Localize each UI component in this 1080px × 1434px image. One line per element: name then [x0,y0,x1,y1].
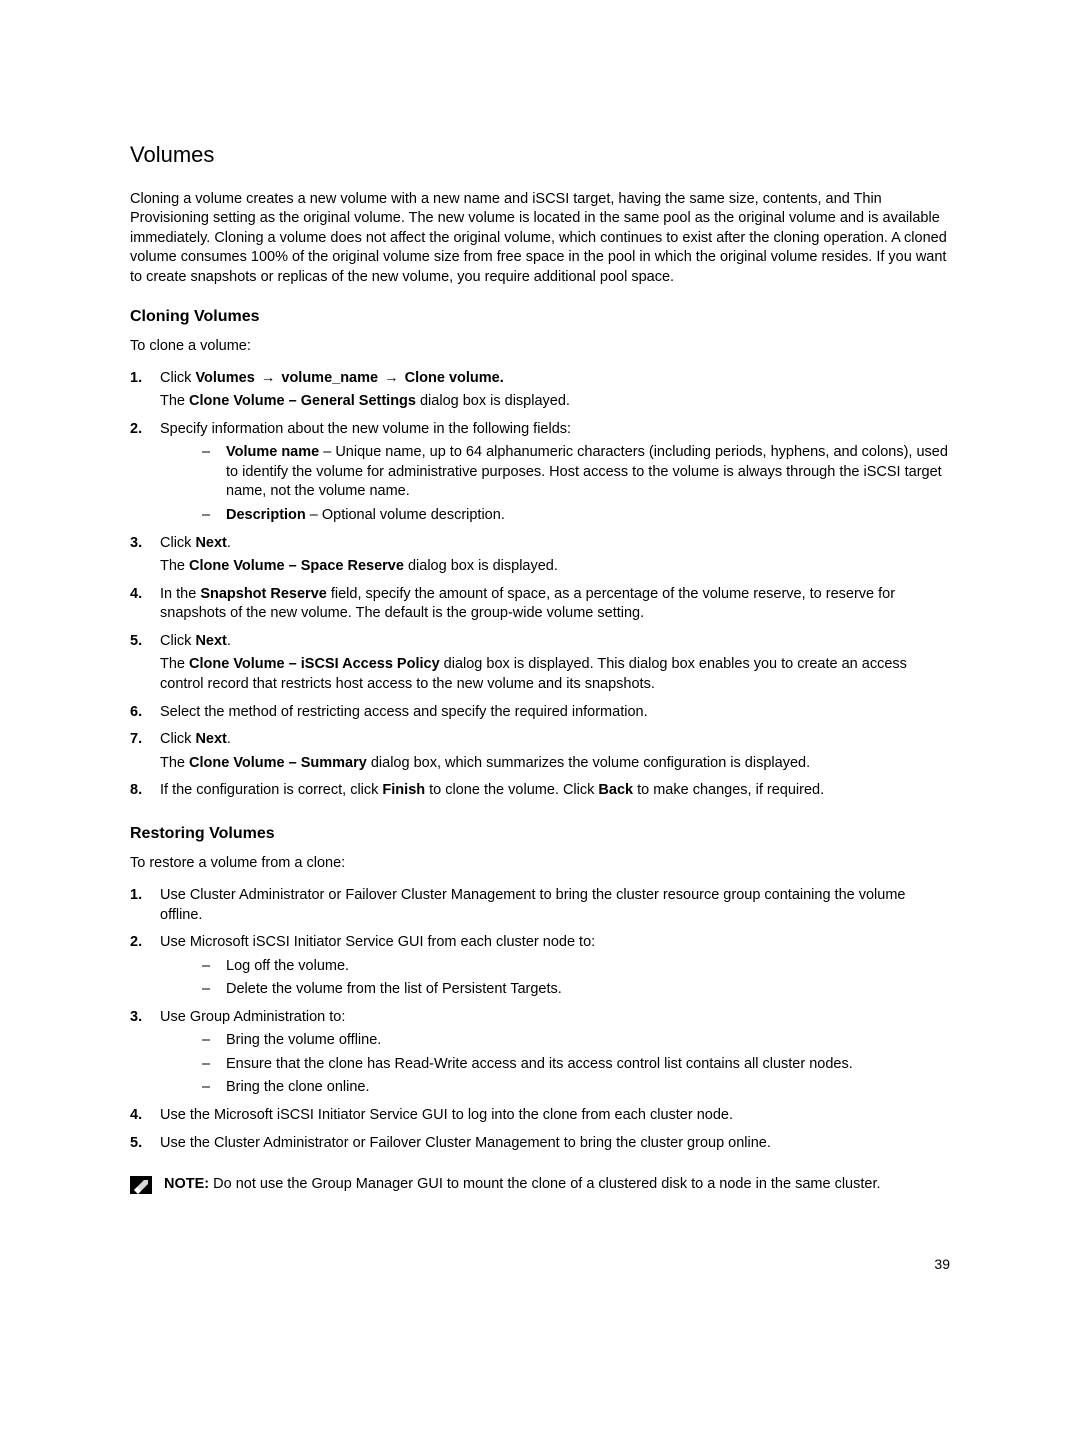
step-text: Use Cluster Administrator or Failover Cl… [160,886,950,925]
step-text: Select the method of restricting access … [160,703,950,723]
list-item-text: Delete the volume from the list of Persi… [226,980,562,1000]
step-body: Select the method of restricting access … [160,703,950,727]
step-number: 3. [130,1008,160,1102]
step-5: 5. Use the Cluster Administrator or Fail… [130,1134,950,1158]
page-number: 39 [130,1255,950,1274]
step-body: Use the Cluster Administrator or Failove… [160,1134,950,1158]
step-body: If the configuration is correct, click F… [160,781,950,805]
step-number: 2. [130,420,160,530]
step-2-sublist: –Log off the volume. –Delete the volume … [202,957,950,1000]
step-8: 8. If the configuration is correct, clic… [130,781,950,805]
step-number: 8. [130,781,160,805]
step-text: In the Snapshot Reserve field, specify t… [160,585,950,624]
step-2: 2. Use Microsoft iSCSI Initiator Service… [130,933,950,1004]
list-item: –Ensure that the clone has Read-Write ac… [202,1055,950,1075]
note-text: NOTE: Do not use the Group Manager GUI t… [164,1175,881,1195]
step-2: 2. Specify information about the new vol… [130,420,950,530]
step-text: Click Next. [160,632,950,652]
step-number: 2. [130,933,160,1004]
list-item-text: Log off the volume. [226,957,349,977]
cloning-heading: Cloning Volumes [130,306,950,328]
step-body: Use Microsoft iSCSI Initiator Service GU… [160,933,950,1004]
step-2-sublist: – Volume name – Unique name, up to 64 al… [202,443,950,525]
step-number: 6. [130,703,160,727]
step-3-sublist: –Bring the volume offline. –Ensure that … [202,1031,950,1098]
step-1: 1. Click Volumes → volume_name → Clone v… [130,369,950,416]
step-number: 4. [130,1106,160,1130]
cloning-lead: To clone a volume: [130,337,950,357]
step-text: Use Microsoft iSCSI Initiator Service GU… [160,933,950,953]
restoring-lead: To restore a volume from a clone: [130,854,950,874]
step-result: The Clone Volume – General Settings dial… [160,392,950,412]
step-text: Use the Cluster Administrator or Failove… [160,1134,950,1154]
step-3: 3. Click Next. The Clone Volume – Space … [130,534,950,581]
step-text: Use the Microsoft iSCSI Initiator Servic… [160,1106,950,1126]
step-1: 1. Use Cluster Administrator or Failover… [130,886,950,929]
list-item-text: Volume name – Unique name, up to 64 alph… [226,443,950,502]
list-item-text: Ensure that the clone has Read-Write acc… [226,1055,853,1075]
note-block: NOTE: Do not use the Group Manager GUI t… [130,1175,950,1195]
step-number: 4. [130,585,160,628]
step-7: 7. Click Next. The Clone Volume – Summar… [130,730,950,777]
step-number: 5. [130,1134,160,1158]
step-result: The Clone Volume – Space Reserve dialog … [160,557,950,577]
list-item: – Description – Optional volume descript… [202,506,950,526]
step-number: 5. [130,632,160,699]
step-3: 3. Use Group Administration to: –Bring t… [130,1008,950,1102]
restoring-heading: Restoring Volumes [130,823,950,845]
dash-icon: – [202,980,226,1000]
list-item-text: Bring the volume offline. [226,1031,381,1051]
step-result: The Clone Volume – iSCSI Access Policy d… [160,655,950,694]
dash-icon: – [202,957,226,977]
document-page: Volumes Cloning a volume creates a new v… [0,0,1080,1334]
step-5: 5. Click Next. The Clone Volume – iSCSI … [130,632,950,699]
step-number: 1. [130,369,160,416]
step-number: 1. [130,886,160,929]
list-item: –Bring the volume offline. [202,1031,950,1051]
dash-icon: – [202,1078,226,1098]
note-label: NOTE: [164,1176,209,1192]
dash-icon: – [202,1031,226,1051]
step-result: The Clone Volume – Summary dialog box, w… [160,754,950,774]
step-text: Click Next. [160,534,950,554]
restoring-steps: 1. Use Cluster Administrator or Failover… [130,886,950,1157]
step-body: Use the Microsoft iSCSI Initiator Servic… [160,1106,950,1130]
step-text: Use Group Administration to: [160,1008,950,1028]
list-item: –Bring the clone online. [202,1078,950,1098]
list-item: – Volume name – Unique name, up to 64 al… [202,443,950,502]
step-body: Use Group Administration to: –Bring the … [160,1008,950,1102]
step-body: Click Next. The Clone Volume – iSCSI Acc… [160,632,950,699]
dash-icon: – [202,506,226,526]
step-text: Specify information about the new volume… [160,420,950,440]
dash-icon: – [202,1055,226,1075]
section-title: Volumes [130,140,950,170]
step-6: 6. Select the method of restricting acce… [130,703,950,727]
note-icon [130,1176,152,1194]
list-item: –Delete the volume from the list of Pers… [202,980,950,1000]
step-text: If the configuration is correct, click F… [160,781,950,801]
step-4: 4. Use the Microsoft iSCSI Initiator Ser… [130,1106,950,1130]
list-item: –Log off the volume. [202,957,950,977]
step-body: Use Cluster Administrator or Failover Cl… [160,886,950,929]
step-4: 4. In the Snapshot Reserve field, specif… [130,585,950,628]
step-body: In the Snapshot Reserve field, specify t… [160,585,950,628]
cloning-steps: 1. Click Volumes → volume_name → Clone v… [130,369,950,805]
list-item-text: Bring the clone online. [226,1078,370,1098]
step-body: Click Next. The Clone Volume – Summary d… [160,730,950,777]
step-body: Specify information about the new volume… [160,420,950,530]
dash-icon: – [202,443,226,502]
step-number: 3. [130,534,160,581]
step-number: 7. [130,730,160,777]
list-item-text: Description – Optional volume descriptio… [226,506,505,526]
intro-paragraph: Cloning a volume creates a new volume wi… [130,190,950,288]
step-body: Click Volumes → volume_name → Clone volu… [160,369,950,416]
step-text: Click Volumes → volume_name → Clone volu… [160,369,950,389]
step-body: Click Next. The Clone Volume – Space Res… [160,534,950,581]
step-text: Click Next. [160,730,950,750]
